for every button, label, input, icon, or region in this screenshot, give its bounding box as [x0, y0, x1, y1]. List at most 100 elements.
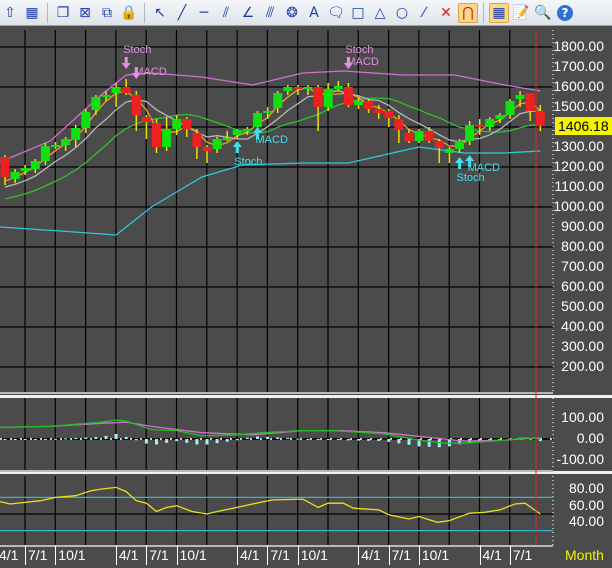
macd-histogram-bar — [54, 438, 57, 440]
price-axis-label: 300.00 — [561, 338, 604, 354]
gann-tool-button[interactable]: ❂ — [282, 3, 302, 23]
time-axis-label: 7/1 — [146, 545, 169, 565]
candle-down — [0, 157, 10, 177]
main-panel — [0, 26, 612, 395]
close-window-button[interactable]: ⊠ — [75, 3, 95, 23]
macd-histogram-bar — [306, 439, 310, 440]
candle-up — [91, 97, 101, 110]
candle-down — [131, 95, 141, 115]
delete-line-button[interactable]: ⁄ — [414, 3, 434, 23]
candle-up — [263, 111, 273, 113]
chart-area[interactable]: StochMACDStochMACDStochMACDStochMACD — [0, 26, 612, 568]
delete-all-button[interactable]: ✕ — [436, 3, 456, 23]
macd-histogram-bar — [185, 439, 189, 443]
candle-up — [232, 130, 242, 135]
price-axis-label: 1100.00 — [554, 178, 604, 194]
scroll-up-button[interactable]: ⇧ — [0, 3, 20, 23]
cascade-windows-icon: ⧉ — [102, 4, 112, 21]
new-window-button[interactable]: ❐ — [53, 3, 73, 23]
trend-line-icon: ╱ — [177, 4, 187, 21]
signal-label: Stoch — [345, 44, 373, 56]
candle-down — [434, 141, 444, 148]
candle-down — [313, 87, 323, 107]
time-axis-label: 10/1 — [297, 545, 328, 565]
macd-histogram-bar — [23, 439, 27, 440]
candle-up — [505, 101, 515, 115]
multi-lines-button[interactable]: ⫻ — [260, 3, 280, 23]
candle-down — [394, 119, 404, 130]
candle-up — [101, 95, 111, 97]
candle-up — [10, 172, 20, 179]
ellipse-button[interactable]: ○ — [392, 3, 412, 23]
candle-up — [273, 93, 283, 108]
parallel-lines-button[interactable]: ⫽ — [216, 3, 236, 23]
text-tool-icon: A — [309, 4, 319, 21]
macd-histogram-bar — [377, 439, 381, 441]
macd-histogram-bar — [367, 439, 371, 441]
candle-up — [283, 87, 293, 91]
candle-up — [30, 161, 40, 169]
price-axis-label: 800.00 — [561, 238, 604, 254]
panel-separator — [0, 395, 612, 398]
candle-up — [40, 146, 50, 161]
candle-down — [404, 133, 414, 141]
callout-button[interactable]: 🗨 — [326, 3, 346, 23]
candle-up — [515, 95, 525, 99]
angle-line-icon: ∠ — [241, 4, 255, 21]
candle-up — [253, 113, 262, 127]
rsi-axis-label: 60.00 — [568, 496, 604, 513]
text-tool-button[interactable]: A — [304, 3, 324, 23]
triangle-button[interactable]: △ — [370, 3, 390, 23]
zoom-screen-button[interactable]: 🔍 — [533, 3, 553, 23]
candle-down — [364, 101, 374, 109]
scroll-up-icon: ⇧ — [4, 4, 16, 21]
toolbar-separator — [47, 2, 48, 23]
macd-histogram-bar — [64, 438, 68, 440]
macd-histogram-bar — [407, 439, 411, 445]
grid-button[interactable]: ▦ — [489, 2, 509, 23]
angle-line-button[interactable]: ∠ — [238, 3, 258, 23]
rsi-panel — [0, 474, 612, 546]
period-label[interactable]: Month — [565, 545, 604, 565]
macd-histogram-bar — [276, 437, 280, 439]
price-axis-label: 1800.00 — [553, 38, 604, 54]
magnet-button[interactable]: ⋂ — [458, 2, 478, 23]
parallel-lines-icon: ⫽ — [222, 4, 230, 21]
macd-histogram-bar — [245, 437, 249, 439]
macd-histogram-bar — [13, 439, 17, 440]
help-button[interactable]: ? — [555, 3, 575, 23]
price-axis-label: 1000.00 — [553, 198, 604, 214]
horizontal-line-button[interactable]: ─ — [194, 3, 214, 23]
macd-histogram-bar — [134, 439, 138, 441]
time-axis-label: 4/1 — [0, 545, 18, 565]
price-axis-label: 900.00 — [561, 218, 604, 234]
trend-line-button[interactable]: ╱ — [172, 3, 192, 23]
magnet-icon: ⋂ — [462, 4, 474, 21]
rectangle-button[interactable]: □ — [348, 3, 368, 23]
candle-down — [535, 111, 545, 126]
chart-type-button[interactable]: ▦ — [22, 3, 42, 23]
macd-histogram-bar — [387, 439, 391, 442]
macd-axis-label: 100.00 — [561, 409, 604, 425]
candle-down — [343, 87, 353, 105]
new-window-icon: ❐ — [56, 4, 70, 21]
macd-histogram-bar — [336, 439, 340, 440]
cursor-button[interactable]: ↖ — [150, 3, 170, 23]
last-price-label: 1406.18 — [555, 117, 612, 135]
candle-down — [182, 119, 192, 129]
macd-histogram-bar — [43, 439, 47, 440]
rectangle-icon: □ — [351, 4, 365, 21]
properties-button[interactable]: 📝 — [511, 3, 531, 23]
cascade-windows-button[interactable]: ⧉ — [97, 3, 117, 23]
grid-icon: ▦ — [492, 4, 506, 21]
candle-up — [172, 119, 182, 129]
lock-window-button[interactable]: 🔒 — [119, 3, 139, 23]
time-axis-label: 10/1 — [176, 545, 207, 565]
triangle-icon: △ — [374, 4, 386, 21]
multi-lines-icon: ⫻ — [265, 4, 275, 21]
close-window-icon: ⊠ — [79, 4, 91, 21]
price-axis-label: 1600.00 — [553, 78, 604, 94]
macd-histogram-bar — [165, 439, 169, 443]
gann-tool-icon: ❂ — [286, 4, 298, 21]
candle-up — [444, 149, 454, 153]
